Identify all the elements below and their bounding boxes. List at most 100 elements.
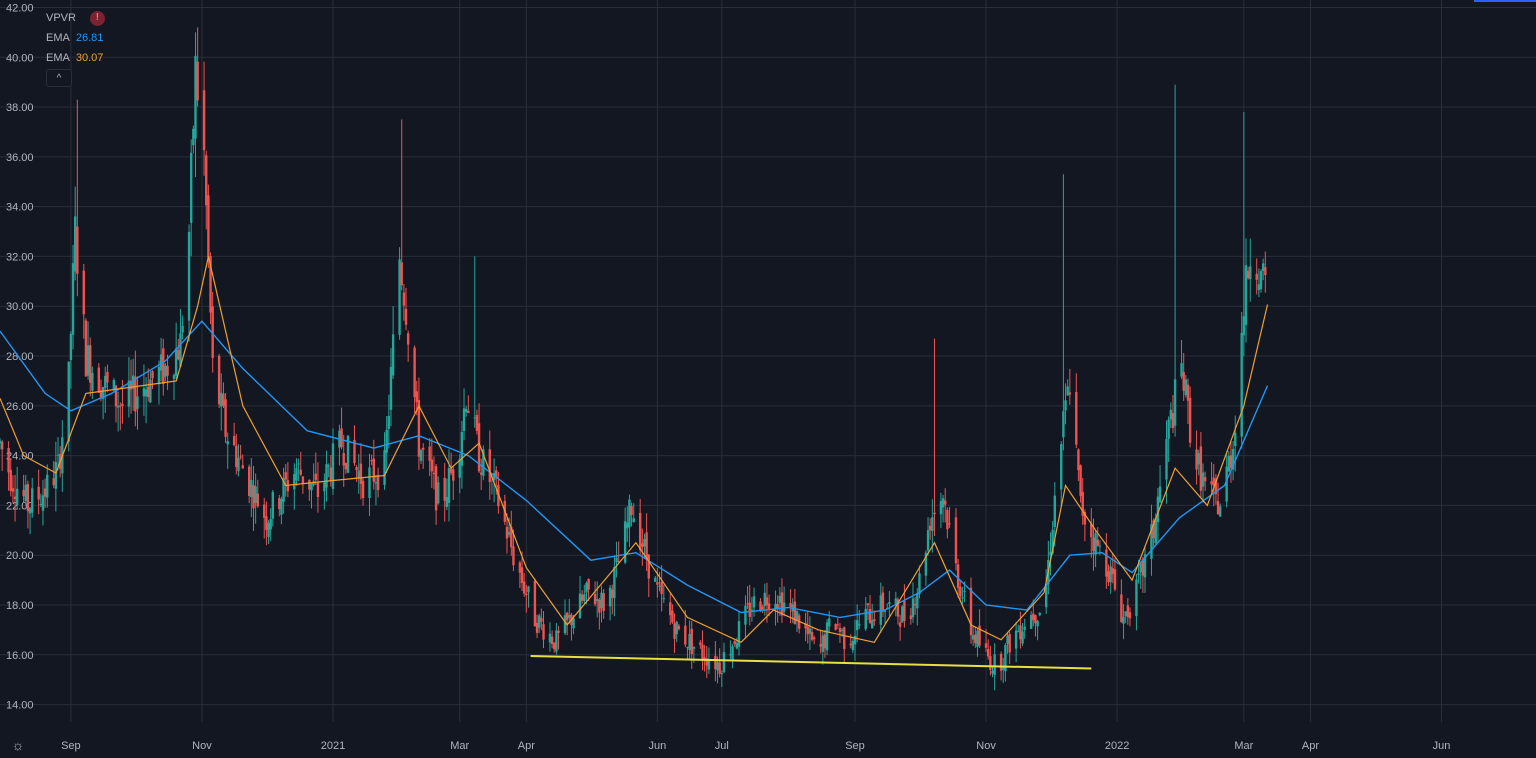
candle-body: [473, 417, 476, 419]
candle: [580, 590, 584, 604]
candle: [731, 644, 734, 669]
candle: [615, 541, 618, 578]
candle-body: [855, 620, 859, 631]
candle-body: [162, 348, 165, 385]
candle-body: [271, 491, 275, 519]
candle-body: [389, 366, 393, 410]
candle: [1124, 611, 1127, 623]
candle-body: [106, 371, 109, 383]
candle-body: [400, 262, 403, 286]
candle: [1060, 441, 1063, 508]
candle: [638, 498, 642, 555]
candle-body: [1107, 571, 1110, 583]
candle: [1122, 604, 1125, 640]
candle: [278, 494, 281, 517]
candle-body: [823, 634, 827, 649]
candle-body: [413, 347, 416, 398]
candle: [553, 642, 556, 653]
candle-body: [986, 649, 990, 657]
candle-body: [1064, 400, 1067, 411]
candle-body: [806, 626, 809, 635]
candle: [432, 456, 436, 490]
legend-symbol-row[interactable]: VPVR !: [46, 8, 105, 28]
candle-body: [357, 470, 360, 478]
top-accent-bar: [1474, 0, 1536, 2]
candle-body: [578, 593, 582, 619]
candle-body: [460, 431, 464, 466]
candle: [445, 478, 449, 510]
candle: [989, 645, 992, 676]
candle-body: [1184, 379, 1188, 396]
candle: [1173, 84, 1177, 437]
candle: [1216, 482, 1220, 515]
candle: [538, 613, 541, 634]
candle-body: [641, 543, 644, 548]
candle-body: [718, 662, 721, 674]
candle: [1242, 112, 1246, 357]
candle: [488, 430, 492, 500]
candle: [1008, 631, 1011, 665]
candle: [611, 584, 614, 615]
candle-body: [127, 380, 131, 407]
candle: [641, 528, 644, 566]
candle-body: [1122, 616, 1125, 624]
candle: [703, 644, 706, 672]
candle: [855, 604, 859, 643]
candle-body: [422, 447, 425, 450]
candle: [941, 494, 945, 523]
candle-body: [329, 467, 333, 481]
candle-body: [71, 263, 75, 335]
candle: [131, 358, 135, 411]
candle: [542, 610, 545, 649]
candle: [939, 492, 943, 529]
candle: [1120, 579, 1123, 623]
candle-body: [202, 90, 206, 151]
candle-body: [1167, 419, 1170, 439]
candle: [430, 438, 433, 489]
candle: [46, 464, 49, 508]
candle-body: [415, 391, 418, 403]
candle-body: [583, 594, 586, 601]
candle-body: [733, 641, 736, 645]
candle: [280, 496, 283, 525]
candle: [462, 388, 466, 441]
legend-ema-blue[interactable]: EMA 26.81: [46, 28, 105, 48]
candles: [0, 27, 1267, 691]
legend-ema-orange[interactable]: EMA 30.07: [46, 48, 105, 68]
candle-body: [1165, 439, 1168, 480]
candle-body: [372, 458, 375, 482]
price-chart[interactable]: 42.00 40.00 38.00 36.00 34.00 32.00 30.00 28.00…: [0, 0, 1536, 758]
x-tick-label: Apr: [518, 740, 535, 752]
y-tick-label: 24.00: [6, 451, 34, 463]
candle: [909, 607, 913, 625]
candle-body: [918, 573, 921, 595]
collapse-legend-button[interactable]: ^: [46, 69, 72, 87]
candle-body: [297, 463, 300, 465]
candle: [1246, 266, 1250, 280]
candle-body: [174, 348, 178, 376]
candle: [11, 475, 15, 503]
candle-body: [434, 466, 438, 511]
candle: [239, 444, 242, 460]
candle: [31, 477, 34, 518]
candle-body: [984, 643, 988, 648]
candle: [340, 407, 343, 450]
candle-body: [28, 508, 32, 514]
settings-gear-icon[interactable]: ☼: [10, 737, 26, 753]
candle: [898, 614, 902, 641]
candle: [314, 452, 317, 486]
candle-body: [744, 605, 747, 625]
support-trendline[interactable]: [530, 655, 1092, 670]
candle-body: [237, 457, 240, 472]
candle-body: [1124, 611, 1127, 616]
candle-body: [903, 600, 906, 621]
warning-icon[interactable]: !: [89, 10, 105, 26]
candle-body: [776, 603, 779, 609]
candle-body: [192, 128, 195, 146]
candle-body: [643, 538, 646, 547]
candle-body: [795, 610, 799, 621]
candle: [881, 586, 885, 618]
candle-body: [121, 403, 124, 406]
candle-body: [308, 479, 311, 490]
y-tick-label: 18.00: [6, 600, 34, 612]
